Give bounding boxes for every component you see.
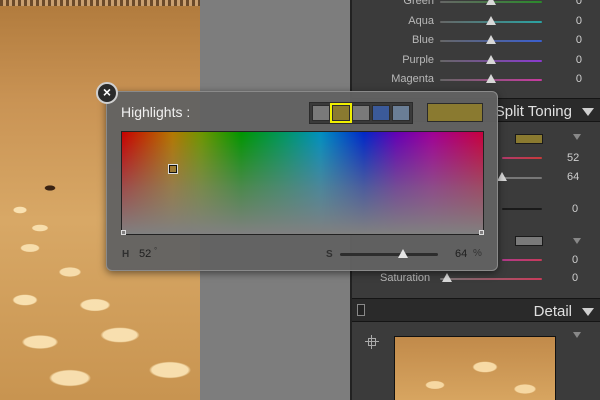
shadows-saturation-slider[interactable]	[440, 278, 542, 280]
hsl-row-value: 0	[575, 73, 582, 85]
detail-preview-thumbnail[interactable]	[394, 336, 556, 400]
hsl-row-thumb[interactable]	[486, 15, 496, 25]
hue-label: H	[122, 249, 130, 260]
hsl-row-value: 0	[575, 34, 582, 46]
detail-body	[352, 322, 600, 400]
hsl-row-blue: Blue 0	[352, 31, 600, 50]
preset-swatch[interactable]	[312, 105, 330, 121]
popup-title: Highlights :	[121, 104, 191, 120]
balance-slider[interactable]	[502, 208, 542, 210]
detail-disclosure-icon[interactable]	[573, 332, 581, 338]
photo-top-edge	[0, 0, 200, 6]
preset-swatch[interactable]	[330, 103, 352, 123]
target-crosshair-icon[interactable]	[365, 335, 379, 349]
hsl-row-value: 0	[575, 53, 582, 66]
highlights-saturation-value: 64	[567, 171, 580, 183]
preset-swatch[interactable]	[352, 105, 370, 121]
hsl-row-label: Blue	[411, 34, 434, 46]
hsl-row-thumb[interactable]	[486, 0, 496, 5]
hsl-row-thumb[interactable]	[486, 54, 496, 64]
saturation-label: S	[326, 249, 333, 260]
close-popup-button[interactable]: ×	[96, 82, 118, 104]
shadows-disclosure-icon[interactable]	[573, 238, 581, 244]
shadows-hue-value: 0	[572, 254, 579, 266]
hue-degree-symbol: °	[154, 246, 158, 255]
current-color-swatch	[427, 103, 483, 122]
collapse-triangle-icon[interactable]	[582, 308, 594, 316]
preset-swatches	[309, 102, 413, 124]
preset-swatch[interactable]	[392, 105, 410, 121]
saturation-percent-symbol: %	[473, 248, 482, 259]
hsl-row-thumb[interactable]	[486, 35, 496, 44]
hsl-row-value: 0	[575, 14, 582, 27]
hsl-row-purple: Purple 0	[352, 51, 600, 70]
corner-marker	[121, 230, 126, 235]
hsl-row-label: Aqua	[408, 14, 434, 27]
hsl-row-thumb[interactable]	[486, 74, 496, 83]
highlights-hue-slider[interactable]	[502, 157, 542, 159]
hsl-row-green: Green 0	[352, 0, 600, 11]
saturation-slider-thumb[interactable]	[397, 249, 408, 258]
color-spectrum-field[interactable]	[121, 131, 484, 235]
detail-title: Detail	[533, 303, 572, 320]
hsl-row-magenta: Magenta 0	[352, 70, 600, 89]
saturation-value[interactable]: 64	[455, 248, 467, 260]
shadows-saturation-value: 0	[572, 272, 579, 284]
hsl-row-value: 0	[575, 0, 582, 7]
hsl-row-label: Magenta	[391, 73, 434, 85]
shadows-saturation-thumb[interactable]	[442, 273, 452, 282]
highlights-color-swatch[interactable]	[515, 134, 543, 144]
corner-marker	[479, 230, 484, 235]
collapse-triangle-icon[interactable]	[582, 108, 594, 116]
shadows-hue-slider[interactable]	[502, 259, 542, 261]
panel-toggle-switch[interactable]	[357, 304, 365, 316]
color-picker-handle[interactable]	[168, 164, 178, 174]
shadows-saturation-label: Saturation	[380, 272, 431, 284]
highlights-saturation-slider[interactable]	[502, 177, 542, 179]
detail-header[interactable]: Detail	[352, 298, 600, 322]
hsl-row-label: Purple	[402, 53, 434, 66]
shadows-color-swatch[interactable]	[515, 236, 543, 246]
hue-value[interactable]: 52	[139, 248, 151, 260]
highlights-color-picker-popup: Highlights : H 52 ° S 64 %	[106, 91, 498, 271]
highlights-disclosure-icon[interactable]	[573, 134, 581, 140]
hsl-row-label: Green	[403, 0, 434, 7]
highlights-saturation-thumb[interactable]	[497, 172, 507, 181]
balance-value: 0	[572, 203, 579, 215]
split-toning-title: Split Toning	[494, 103, 572, 120]
saturation-slider-track[interactable]	[340, 253, 438, 256]
preset-swatch[interactable]	[372, 105, 390, 121]
highlights-hue-value: 52	[567, 152, 580, 164]
hsl-row-aqua: Aqua 0	[352, 12, 600, 31]
